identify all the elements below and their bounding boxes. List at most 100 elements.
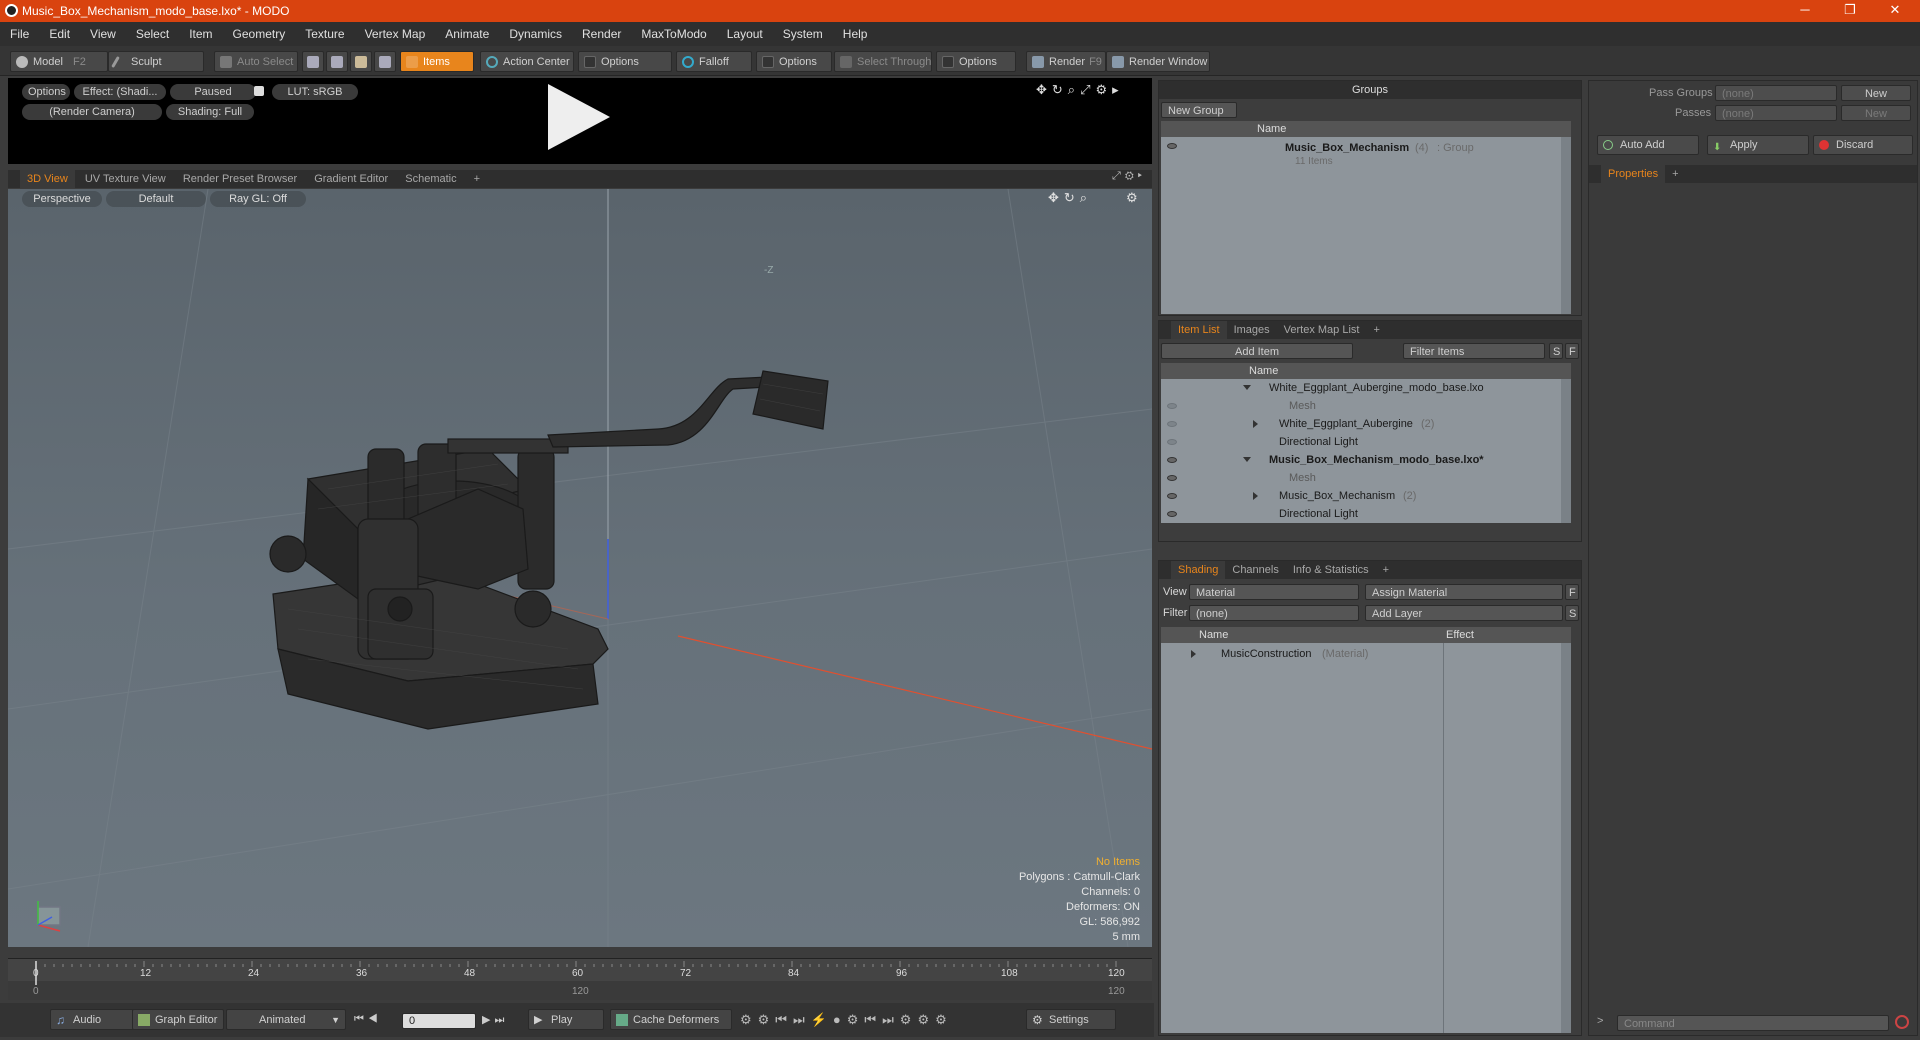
preview-paused-button[interactable]: Paused	[170, 84, 256, 100]
groups-scrollbar[interactable]	[1561, 137, 1571, 314]
cache-deformers-button[interactable]: Cache Deformers	[610, 1009, 732, 1030]
material-row[interactable]: MusicConstruction (Material)	[1161, 645, 1571, 663]
list-item[interactable]: White_Eggplant_Aubergine_modo_base.lxo	[1161, 379, 1571, 397]
menu-maxtomodo[interactable]: MaxToModo	[631, 22, 716, 46]
list-item[interactable]: Directional Light	[1161, 505, 1571, 523]
materials-mode-button[interactable]	[374, 51, 396, 72]
tab-info-statistics[interactable]: Info & Statistics	[1286, 561, 1376, 579]
viewport-tab-icons[interactable]: ⤢⚙▸	[1112, 170, 1146, 183]
falloff-options-button[interactable]: Options	[756, 51, 832, 72]
menu-item[interactable]: Item	[179, 22, 222, 46]
filter-f-button[interactable]: F	[1565, 343, 1579, 359]
tab-channels[interactable]: Channels	[1225, 561, 1285, 579]
select-through-options-button[interactable]: Options	[936, 51, 1016, 72]
menu-animate[interactable]: Animate	[435, 22, 499, 46]
menu-dynamics[interactable]: Dynamics	[499, 22, 572, 46]
render-camera-dropdown[interactable]: (Render Camera)	[22, 104, 162, 120]
lock-icon[interactable]	[254, 86, 264, 96]
filter-dropdown[interactable]: (none)	[1189, 605, 1359, 621]
animation-tool-icons[interactable]: ⚙⚙⏮⏭⚡●⚙⏮⏭⚙⚙⚙	[740, 1012, 953, 1028]
tab-item-list[interactable]: Item List	[1171, 321, 1227, 339]
action-center-options-button[interactable]: Options	[578, 51, 672, 72]
close-button[interactable]: ✕	[1880, 2, 1910, 18]
items-mode-button[interactable]: Items	[400, 51, 474, 72]
menu-geometry[interactable]: Geometry	[223, 22, 296, 46]
menu-edit[interactable]: Edit	[39, 22, 80, 46]
menu-vertex-map[interactable]: Vertex Map	[355, 22, 436, 46]
assign-material-dropdown[interactable]: Assign Material	[1365, 584, 1563, 600]
animated-dropdown[interactable]: Animated ▼	[226, 1009, 346, 1030]
shading-dropdown[interactable]: Shading: Full	[166, 104, 254, 120]
graph-editor-button[interactable]: Graph Editor	[132, 1009, 224, 1030]
transport-start-buttons[interactable]: ⏮◀	[354, 1013, 382, 1026]
record-icon[interactable]	[1895, 1015, 1909, 1029]
polygons-mode-button[interactable]	[350, 51, 372, 72]
list-item[interactable]: Directional Light	[1161, 433, 1571, 451]
tab-schematic[interactable]: Schematic	[398, 170, 463, 188]
action-center-button[interactable]: Action Center	[480, 51, 574, 72]
lut-dropdown[interactable]: LUT: sRGB	[272, 84, 358, 100]
tab-render-preset-browser[interactable]: Render Preset Browser	[176, 170, 304, 188]
timeline[interactable]: 0 12 24 36 48 60 72 84 96 108 120 0 120 …	[8, 958, 1152, 1000]
model-mode-button[interactable]: Model F2	[10, 51, 108, 72]
tab-uv-texture-view[interactable]: UV Texture View	[78, 170, 173, 188]
add-item-dropdown[interactable]: Add Item	[1161, 343, 1353, 359]
preview-effect-dropdown[interactable]: Effect: (Shadi...	[74, 84, 166, 100]
audio-button[interactable]: ♫ Audio	[50, 1009, 134, 1030]
list-item[interactable]: Music_Box_Mechanism (2)	[1161, 487, 1571, 505]
tab-properties[interactable]: Properties	[1601, 165, 1666, 183]
edges-mode-button[interactable]	[326, 51, 348, 72]
new-pass-group-button[interactable]: New	[1841, 85, 1911, 101]
sculpt-mode-button[interactable]: Sculpt	[108, 51, 204, 72]
new-pass-button[interactable]: New	[1841, 105, 1911, 121]
minimize-button[interactable]: ─	[1790, 2, 1820, 17]
menu-render[interactable]: Render	[572, 22, 631, 46]
pass-groups-dropdown[interactable]: (none)	[1715, 85, 1837, 101]
auto-add-button[interactable]: Auto Add	[1597, 135, 1699, 155]
passes-dropdown[interactable]: (none)	[1715, 105, 1837, 121]
new-group-button[interactable]: New Group	[1161, 102, 1237, 118]
play-button[interactable]: ▶ Play	[528, 1009, 604, 1030]
list-item[interactable]: White_Eggplant_Aubergine (2)	[1161, 415, 1571, 433]
discard-button[interactable]: Discard	[1813, 135, 1913, 155]
tab-vertex-map-list[interactable]: Vertex Map List	[1277, 321, 1367, 339]
add-tab-button[interactable]: +	[1366, 321, 1386, 339]
item-list-scrollbar[interactable]	[1561, 379, 1571, 523]
list-item[interactable]: Music_Box_Mechanism_modo_base.lxo*	[1161, 451, 1571, 469]
shading-s-button[interactable]: S	[1565, 605, 1579, 621]
menu-layout[interactable]: Layout	[717, 22, 773, 46]
falloff-button[interactable]: Falloff	[676, 51, 752, 72]
add-tab-button[interactable]: +	[1376, 561, 1396, 579]
menu-system[interactable]: System	[773, 22, 833, 46]
filter-items-input[interactable]: Filter Items	[1403, 343, 1545, 359]
settings-button[interactable]: ⚙ Settings	[1026, 1009, 1116, 1030]
auto-select-button[interactable]: Auto Select	[214, 51, 298, 72]
vertices-mode-button[interactable]	[302, 51, 324, 72]
menu-texture[interactable]: Texture	[295, 22, 354, 46]
tab-3d-view[interactable]: 3D View	[20, 170, 75, 188]
tab-shading[interactable]: Shading	[1171, 561, 1226, 579]
list-item[interactable]: Mesh	[1161, 397, 1571, 415]
tab-images[interactable]: Images	[1227, 321, 1277, 339]
3d-viewport[interactable]: Perspective Default Ray GL: Off ✥↻⌕ ⚙ -Z	[8, 189, 1152, 947]
maximize-button[interactable]: ❐	[1835, 2, 1865, 18]
menu-file[interactable]: File	[0, 22, 39, 46]
view-dropdown[interactable]: Material	[1189, 584, 1359, 600]
render-button[interactable]: Render F9	[1026, 51, 1106, 72]
filter-s-button[interactable]: S	[1549, 343, 1563, 359]
render-window-button[interactable]: Render Window	[1106, 51, 1210, 72]
menu-view[interactable]: View	[80, 22, 126, 46]
tab-gradient-editor[interactable]: Gradient Editor	[307, 170, 395, 188]
shading-scrollbar[interactable]	[1561, 643, 1571, 1033]
preview-options-button[interactable]: Options	[22, 84, 70, 100]
select-through-button[interactable]: Select Through	[834, 51, 932, 72]
play-icon[interactable]	[548, 84, 610, 150]
apply-button[interactable]: ⬇ Apply	[1707, 135, 1809, 155]
add-tab-button[interactable]: +	[1665, 165, 1685, 183]
add-layer-dropdown[interactable]: Add Layer	[1365, 605, 1563, 621]
command-input[interactable]: Command	[1617, 1015, 1889, 1031]
frame-input[interactable]: 0	[402, 1013, 476, 1029]
shading-f-button[interactable]: F	[1565, 584, 1579, 600]
menu-select[interactable]: Select	[126, 22, 179, 46]
menu-help[interactable]: Help	[833, 22, 878, 46]
